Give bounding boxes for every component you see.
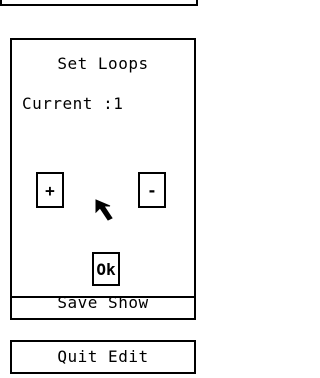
decrement-label: -: [147, 180, 157, 200]
increment-label: +: [45, 180, 55, 200]
current-loops-value: Current :1: [22, 94, 124, 113]
save-show-button[interactable]: Save Show: [10, 296, 196, 320]
increment-button[interactable]: +: [36, 172, 64, 208]
dialog-title: Set Loops: [57, 54, 149, 73]
ok-label: Ok: [96, 259, 116, 279]
set-loops-dialog: Set Loops Current :1 + - Ok: [10, 38, 196, 298]
quit-edit-button[interactable]: Quit Edit: [10, 340, 196, 374]
quit-edit-label: Quit Edit: [57, 347, 149, 366]
arrow-pointer-icon: [95, 199, 113, 221]
ok-button[interactable]: Ok: [92, 252, 120, 286]
decrement-button[interactable]: -: [138, 172, 166, 208]
top-menu-bar-edge: [0, 0, 198, 6]
save-show-label: Save Show: [57, 296, 149, 312]
